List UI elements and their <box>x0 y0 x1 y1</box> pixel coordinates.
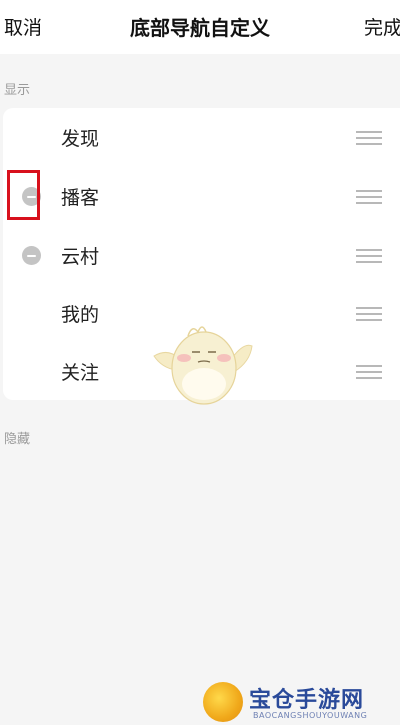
drag-handle-icon[interactable] <box>356 189 382 205</box>
list-item-label: 发现 <box>61 128 100 150</box>
hidden-section-label: 隐藏 <box>4 432 31 447</box>
mascot-icon <box>153 326 253 405</box>
list-item-cloud-village[interactable]: 云村 <box>3 226 400 284</box>
drag-handle-icon[interactable] <box>356 364 382 380</box>
list-item-label: 云村 <box>61 246 100 268</box>
watermark-logo-icon <box>203 682 243 722</box>
watermark-subtext: BAOCANGSHOUYOUWANG <box>253 711 368 720</box>
page-title: 底部导航自定义 <box>130 16 270 40</box>
drag-handle-icon[interactable] <box>356 248 382 264</box>
drag-handle-icon[interactable] <box>356 130 382 146</box>
list-item-label: 关注 <box>61 362 100 384</box>
list-item-label: 我的 <box>61 304 100 326</box>
list-item-discover[interactable]: 发现 <box>3 108 400 166</box>
list-item-label: 播客 <box>61 187 100 209</box>
site-watermark: 宝仓手游网 BAOCANGSHOUYOUWANG <box>203 676 400 725</box>
drag-handle-icon[interactable] <box>356 306 382 322</box>
done-button[interactable]: 完成 <box>364 13 400 40</box>
watermark-text: 宝仓手游网 <box>249 687 365 713</box>
minus-circle-icon[interactable] <box>22 246 41 265</box>
highlight-box <box>7 170 40 220</box>
list-item-podcast[interactable]: 播客 <box>3 167 400 225</box>
shown-section-label: 显示 <box>4 83 31 98</box>
navigation-header: 取消 底部导航自定义 完成 <box>0 0 400 54</box>
